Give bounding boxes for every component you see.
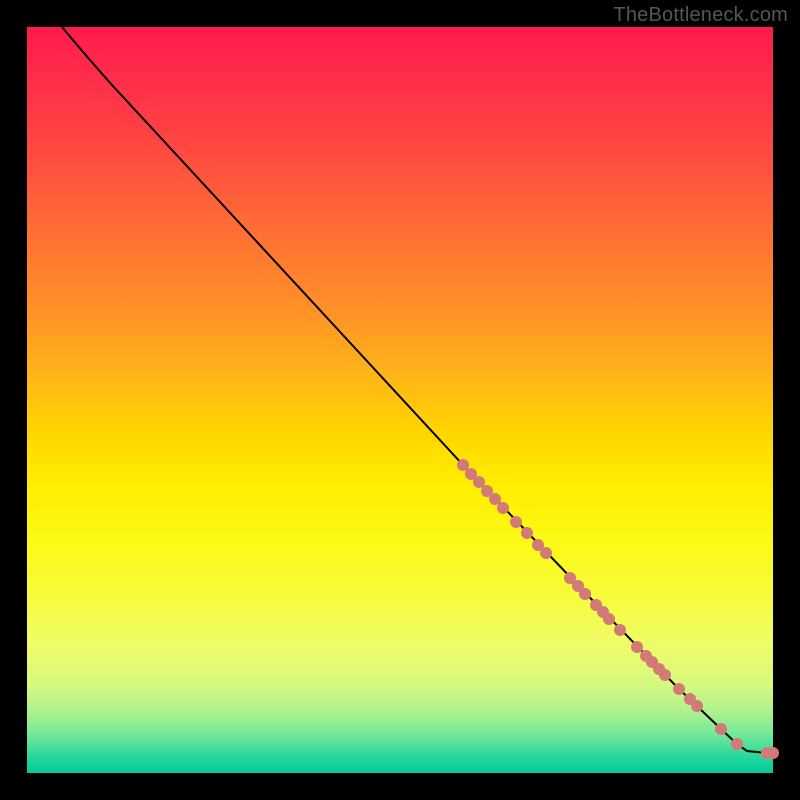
curve-marker bbox=[497, 502, 509, 514]
curve-marker bbox=[715, 723, 727, 735]
curve-marker bbox=[489, 493, 501, 505]
curve-marker bbox=[473, 476, 485, 488]
curve-marker bbox=[673, 683, 685, 695]
curve-marker bbox=[631, 641, 643, 653]
curve-marker bbox=[457, 459, 469, 471]
curve-marker bbox=[767, 747, 779, 759]
stage: TheBottleneck.com bbox=[0, 0, 800, 800]
chart-svg bbox=[27, 27, 773, 773]
curve-marker bbox=[540, 547, 552, 559]
curve-marker bbox=[510, 516, 522, 528]
curve-marker bbox=[579, 588, 591, 600]
curve-marker bbox=[521, 527, 533, 539]
watermark-text: TheBottleneck.com bbox=[613, 4, 788, 27]
curve-marker bbox=[614, 624, 626, 636]
curve-marker bbox=[603, 613, 615, 625]
curve-marker bbox=[691, 700, 703, 712]
curve-markers bbox=[457, 459, 779, 759]
curve-marker bbox=[659, 669, 671, 681]
curve-marker bbox=[731, 738, 743, 750]
bottleneck-curve bbox=[62, 27, 773, 753]
